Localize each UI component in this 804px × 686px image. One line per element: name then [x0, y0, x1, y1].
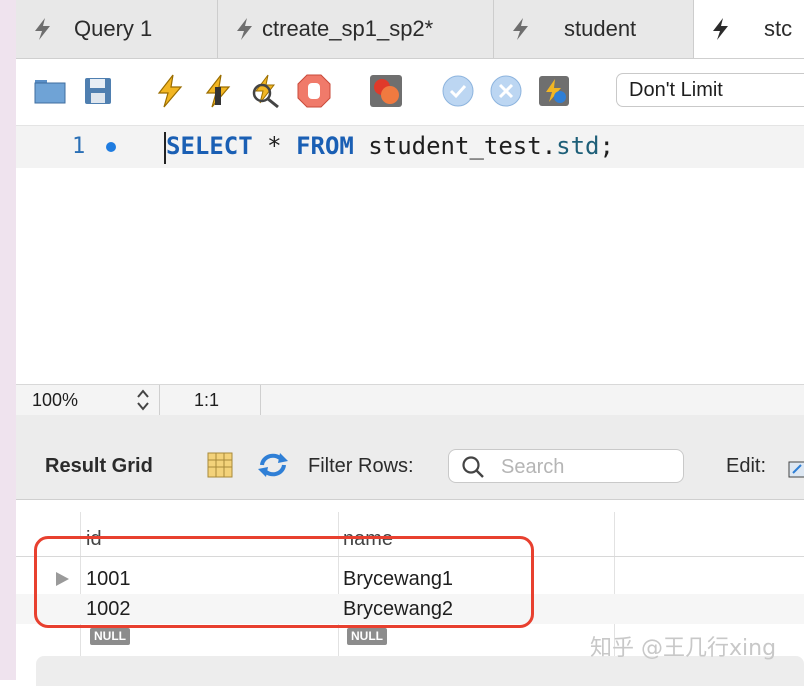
open-file-button[interactable]: [32, 73, 68, 109]
sql-toolbar: Don't Limit: [16, 59, 804, 126]
save-icon: [85, 78, 111, 104]
result-toolbar: Result Grid Filter Rows: Search Edit:: [16, 415, 804, 500]
open-folder-icon: [34, 80, 66, 104]
null-badge[interactable]: NULL: [90, 628, 130, 645]
lightning-icon: [513, 18, 528, 40]
statement-marker-icon: [106, 142, 116, 152]
tab-label: Query 1: [74, 16, 153, 41]
zoom-level: 100%: [32, 390, 79, 410]
explain-button[interactable]: [248, 73, 284, 109]
annotation-highlight-box: [34, 536, 534, 628]
line-number: 1: [72, 134, 86, 159]
sql-statement[interactable]: SELECT * FROM student_test.std;: [166, 132, 614, 160]
filter-search-input[interactable]: Search: [448, 449, 684, 483]
sql-keyword-from: FROM: [296, 132, 354, 160]
cursor-position: 1:1: [194, 390, 220, 410]
edit-label: Edit:: [726, 455, 767, 477]
tab-label: stc: [764, 16, 793, 41]
stop-button[interactable]: [296, 73, 332, 109]
rollback-button[interactable]: [488, 73, 524, 109]
status-divider: [260, 385, 261, 415]
result-grid-tab[interactable]: Result Grid: [45, 455, 153, 478]
autocommit-button[interactable]: [536, 73, 572, 109]
null-badge[interactable]: NULL: [347, 628, 387, 645]
lightning-icon: [35, 18, 50, 40]
editor-status-bar: 100% 1:1: [16, 384, 804, 416]
sql-keyword-select: SELECT: [166, 132, 253, 160]
filter-rows-label: Filter Rows:: [308, 455, 414, 477]
rollback-icon: [490, 75, 522, 107]
grid-toggle-icon[interactable]: [206, 451, 234, 479]
explain-icon: [252, 74, 279, 109]
search-placeholder: Search: [501, 456, 565, 478]
tab-label: student: [564, 16, 637, 41]
toggle-error-icon: [370, 75, 402, 107]
tab-query-1[interactable]: Query 1: [16, 0, 218, 58]
row-limit-select[interactable]: Don't Limit: [616, 73, 804, 107]
sql-star: *: [252, 132, 297, 160]
tab-label: ctreate_sp1_sp2*: [262, 16, 434, 41]
sql-schema: student_test.: [353, 132, 557, 160]
autocommit-icon: [539, 76, 569, 106]
execute-button[interactable]: [152, 73, 188, 109]
search-icon: [462, 456, 484, 478]
row-limit-value: Don't Limit: [629, 79, 723, 101]
lightning-icon: [237, 18, 252, 40]
text-caret: [164, 132, 166, 164]
tab-ctreate-sp1-sp2[interactable]: ctreate_sp1_sp2*: [218, 0, 494, 58]
commit-icon: [442, 75, 474, 107]
watermark: 知乎 @王几行xing: [590, 636, 777, 661]
lightning-icon: [713, 18, 728, 40]
commit-button[interactable]: [440, 73, 476, 109]
stop-icon: [297, 74, 331, 108]
tab-student[interactable]: student: [494, 0, 694, 58]
tab-active[interactable]: stc: [694, 0, 804, 58]
execute-current-icon: [205, 74, 231, 108]
left-sidebar-strip: [0, 0, 17, 680]
refresh-icon[interactable]: [256, 451, 290, 479]
status-divider: [159, 385, 160, 415]
edit-cell-icon[interactable]: [788, 459, 804, 479]
sql-table: std: [556, 132, 600, 160]
toggle-error-button[interactable]: [368, 73, 404, 109]
execute-icon: [157, 74, 183, 108]
execute-current-button[interactable]: [200, 73, 236, 109]
sql-terminator: ;: [599, 132, 614, 160]
save-button[interactable]: [80, 73, 116, 109]
sql-editor[interactable]: 1 SELECT * FROM student_test.std;: [16, 126, 804, 384]
tab-bar: Query 1 ctreate_sp1_sp2* student stc: [16, 0, 804, 59]
zoom-stepper-icon[interactable]: [134, 388, 152, 412]
